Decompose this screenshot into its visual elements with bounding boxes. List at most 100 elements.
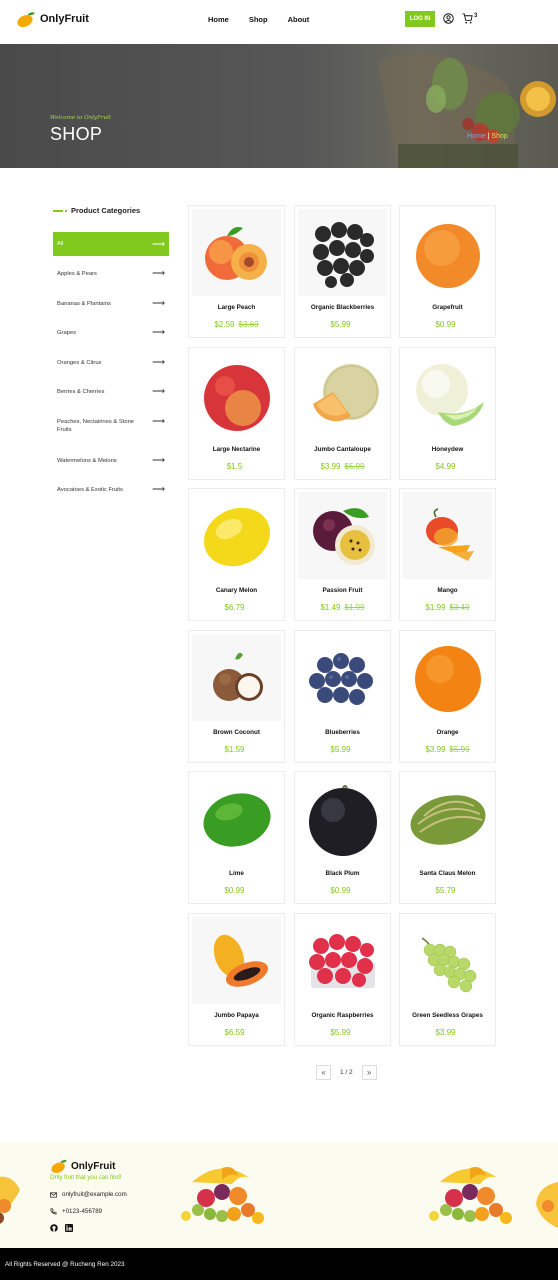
nectarine-icon [203, 364, 270, 431]
product-card[interactable]: Lime $0.99 [188, 771, 285, 904]
product-image [298, 351, 387, 438]
fruit-bowl-image [429, 1167, 512, 1224]
arrow-right-icon: ⟶ [152, 297, 165, 308]
product-name[interactable]: Jumbo Cantaloupe [295, 446, 390, 453]
logo[interactable]: OnlyFruit [16, 11, 89, 27]
product-price: $2.59 [214, 320, 235, 329]
product-price: $1.99 [425, 603, 446, 612]
product-card[interactable]: Honeydew $4.99 [399, 347, 496, 480]
product-card[interactable]: Grapefruit $0.99 [399, 205, 496, 338]
category-label: Apples & Pears [57, 271, 97, 277]
product-price-row: $5.99 [295, 745, 390, 754]
product-price-row: $3.99 $5.99 [400, 745, 495, 754]
product-card[interactable]: Large Nectarine $1.5 [188, 347, 285, 480]
product-card[interactable]: Large Peach $2.59 $3.69 [188, 205, 285, 338]
product-card[interactable]: Jumbo Papaya $6.59 [188, 913, 285, 1046]
mango-logo-icon [17, 12, 35, 27]
product-name[interactable]: Santa Claus Melon [400, 870, 495, 877]
papaya-icon [213, 934, 268, 987]
category-item-all[interactable]: All ⟶ [53, 232, 169, 256]
blueberries-icon [308, 652, 373, 705]
arrow-right-icon: ⟶ [152, 327, 165, 337]
product-card[interactable]: Organic Raspberries $5.99 [294, 913, 391, 1046]
product-card[interactable]: Black Plum $0.99 [294, 771, 391, 904]
product-card[interactable]: Blueberries $5.99 [294, 630, 391, 763]
product-card[interactable]: Brown Coconut $1.59 [188, 630, 285, 763]
github-icon[interactable] [50, 1224, 58, 1232]
arrow-right-icon: ⟶ [152, 415, 165, 426]
login-button[interactable]: LOG IN [405, 11, 435, 27]
product-price: $6.59 [224, 1028, 245, 1037]
raspberries-icon [308, 933, 375, 988]
lime-icon [202, 792, 271, 847]
product-card[interactable]: Orange $3.99 $5.99 [399, 630, 496, 763]
product-name[interactable]: Mango [400, 587, 495, 594]
product-image [298, 917, 387, 1004]
product-name[interactable]: Lime [189, 870, 284, 877]
product-price-row: $2.59 $3.69 [189, 320, 284, 329]
product-image [403, 775, 492, 862]
category-item-berries-cherries[interactable]: Berries & Cherries ⟶ [53, 387, 169, 418]
honeydew-icon [415, 363, 484, 426]
product-name[interactable]: Large Peach [189, 304, 284, 311]
product-card[interactable]: Passion Fruit $1.49 $1.99 [294, 488, 391, 621]
product-name[interactable]: Canary Melon [189, 587, 284, 594]
nav-home[interactable]: Home [208, 15, 229, 24]
product-name[interactable]: Green Seedless Grapes [400, 1012, 495, 1019]
product-name[interactable]: Blueberries [295, 729, 390, 736]
next-page-button[interactable]: » [361, 1065, 377, 1080]
product-name[interactable]: Grapefruit [400, 304, 495, 311]
product-price: $5.99 [330, 745, 351, 754]
product-name[interactable]: Large Nectarine [189, 446, 284, 453]
product-name[interactable]: Jumbo Papaya [189, 1012, 284, 1019]
arrow-right-icon: ⟶ [152, 454, 165, 465]
product-image [192, 351, 281, 438]
product-name[interactable]: Orange [400, 729, 495, 736]
product-card[interactable]: Canary Melon $6.79 [188, 488, 285, 621]
brand-name: OnlyFruit [40, 13, 89, 25]
product-name[interactable]: Brown Coconut [189, 729, 284, 736]
product-card[interactable]: Mango $1.99 $3.49 [399, 488, 496, 621]
footer-phone[interactable]: +0123-456789 [50, 1208, 102, 1215]
user-icon[interactable] [443, 13, 454, 24]
site-footer: OnlyFruit Only fruit that you can find! … [0, 1142, 558, 1248]
category-item-oranges-citrus[interactable]: Oranges & Citrus ⟶ [53, 356, 169, 389]
category-item-watermelons-melons[interactable]: Watermelons & Melons ⟶ [53, 454, 169, 487]
breadcrumb-home[interactable]: Home [467, 133, 486, 140]
linkedin-icon[interactable] [65, 1224, 73, 1232]
product-card[interactable]: Jumbo Cantaloupe $3.99 $5.99 [294, 347, 391, 480]
double-chevron-left-icon: « [321, 1068, 326, 1077]
product-price-row: $6.59 [189, 1028, 284, 1037]
category-item-apples-pears[interactable]: Apples & Pears ⟶ [53, 269, 169, 300]
product-name[interactable]: Organic Blackberries [295, 304, 390, 311]
pagination: « 1 / 2 » [316, 1065, 377, 1080]
footer-logo[interactable]: OnlyFruit [50, 1159, 115, 1173]
product-name[interactable]: Organic Raspberries [295, 1012, 390, 1019]
category-label: All [57, 240, 64, 247]
product-name[interactable]: Honeydew [400, 446, 495, 453]
product-image [192, 492, 281, 579]
product-card[interactable]: Santa Claus Melon $5.79 [399, 771, 496, 904]
category-item-grapes[interactable]: Grapes ⟶ [53, 327, 169, 359]
product-price-row: $5.79 [400, 886, 495, 895]
mail-icon [50, 1191, 57, 1198]
arrow-right-icon: ⟶ [152, 356, 165, 367]
category-label: Avocatoes & Exotic Fruits [57, 487, 123, 493]
nav-shop[interactable]: Shop [249, 15, 268, 24]
product-name[interactable]: Passion Fruit [295, 587, 390, 594]
category-item-bananas-plantains[interactable]: Bananas & Plantains ⟶ [53, 297, 169, 330]
nav-about[interactable]: About [288, 15, 310, 24]
product-card[interactable]: Green Seedless Grapes $3.99 [399, 913, 496, 1046]
product-card[interactable]: Organic Blackberries $5.99 [294, 205, 391, 338]
product-price: $5.99 [330, 320, 351, 329]
category-item-exotic-fruits[interactable]: Avocatoes & Exotic Fruits ⟶ [53, 485, 169, 506]
category-item-stone-fruits[interactable]: Peaches, Nectairines & Stone Fruits ⟶ [53, 415, 169, 457]
product-price-row: $5.99 [295, 1028, 390, 1037]
footer-email[interactable]: onlyfruit@example.com [50, 1191, 127, 1198]
hero-welcome-text: Welcome to OnlyFruit [50, 115, 111, 121]
product-name[interactable]: Black Plum [295, 870, 390, 877]
product-price: $4.99 [435, 462, 456, 471]
prev-page-button[interactable]: « [316, 1065, 331, 1080]
product-price: $5.99 [330, 1028, 351, 1037]
cart-button[interactable]: 3 [462, 13, 477, 24]
